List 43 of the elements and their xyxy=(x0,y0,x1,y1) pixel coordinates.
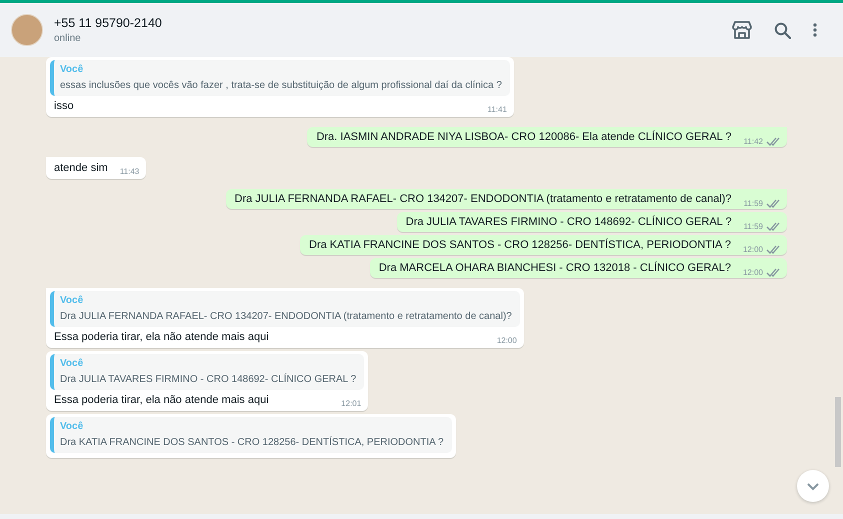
scroll-down-button[interactable] xyxy=(797,470,829,502)
quote-text: essas inclusões que vocês vão fazer , trata-se de substituição de algum profissional daí da clínica ? xyxy=(60,80,502,91)
quote-author: Você xyxy=(60,358,84,369)
message-time: 11:43 xyxy=(120,167,140,176)
message-text: Dra JULIA TAVARES FIRMINO - CRO 148692- CLÍNICO GERAL ? xyxy=(406,216,732,228)
message-time: 12:01 xyxy=(341,399,362,408)
message-time: 12:00 xyxy=(742,268,763,276)
quote-text: Dra JULIA TAVARES FIRMINO - CRO 148692- CLÍNICO GERAL ? xyxy=(60,374,356,385)
message-text: Dra MARCELA OHARA BIANCHESI - CRO 132018 - CLÍNICO GERAL? xyxy=(378,262,731,274)
contact-name[interactable]: +55 11 95790-2140 xyxy=(54,16,732,30)
search-icon[interactable] xyxy=(774,22,791,38)
contact-status: online xyxy=(54,33,82,44)
quote-text: Dra JULIA FERNANDA RAFAEL- CRO 134207- ENDODONTIA (tratamento e retratamento de canal)? xyxy=(60,311,512,322)
message-text: Essa poderia tirar, ela não atende mais aqui xyxy=(54,331,269,343)
message-text: isso xyxy=(54,100,74,112)
message-time: 12:00 xyxy=(742,244,763,254)
quote-text: Dra KATIA FRANCINE DOS SANTOS - CRO 128256- DENTÍSTICA, PERIODONTIA ? xyxy=(60,437,444,448)
message-text: Dra. IASMIN ANDRADE NIYA LISBOA- CRO 120086- Ela atende CLÍNICO GERAL ? xyxy=(316,131,732,143)
double-check-icon xyxy=(766,136,780,146)
quote-author: Você xyxy=(60,421,84,432)
message-time: 12:00 xyxy=(496,336,517,345)
message-text: atende sim xyxy=(54,162,108,174)
quoted-message[interactable]: Você essas inclusões que vocês vão fazer , trata-se de substituição de algum profissional daí da clínica ? xyxy=(50,60,510,96)
message-text: Essa poderia tirar, ela não atende mais aqui xyxy=(54,394,269,406)
message-time: 11:41 xyxy=(487,105,507,114)
message-text: Dra JULIA FERNANDA RAFAEL- CRO 134207- ENDODONTIA (tratamento e retratamento de canal)? xyxy=(234,193,732,205)
quote-author: Você xyxy=(60,64,84,75)
message-time: 11:42 xyxy=(744,136,763,146)
double-check-icon xyxy=(766,267,780,277)
scrollbar-thumb[interactable] xyxy=(835,397,841,467)
message-text: Dra KATIA FRANCINE DOS SANTOS - CRO 128256- DENTÍSTICA, PERIODONTIA ? xyxy=(309,239,731,251)
menu-icon[interactable] xyxy=(813,23,817,37)
store-icon[interactable] xyxy=(732,21,752,39)
quoted-message[interactable]: Você Dra JULIA FERNANDA RAFAEL- CRO 134207- ENDODONTIA (tratamento e retratamento de canal)? xyxy=(50,291,520,327)
double-check-icon xyxy=(766,198,780,208)
quoted-message[interactable]: Você Dra KATIA FRANCINE DOS SANTOS - CRO 128256- DENTÍSTICA, PERIODONTIA ? xyxy=(50,417,452,453)
quote-author: Você xyxy=(60,295,84,306)
chevron-down-icon xyxy=(806,482,820,490)
message-time: 11:59 xyxy=(744,222,763,230)
double-check-icon xyxy=(766,244,780,254)
message-time: 11:59 xyxy=(744,198,763,208)
quoted-message[interactable]: Você Dra JULIA TAVARES FIRMINO - CRO 148692- CLÍNICO GERAL ? xyxy=(50,354,364,390)
double-check-icon xyxy=(766,221,780,231)
